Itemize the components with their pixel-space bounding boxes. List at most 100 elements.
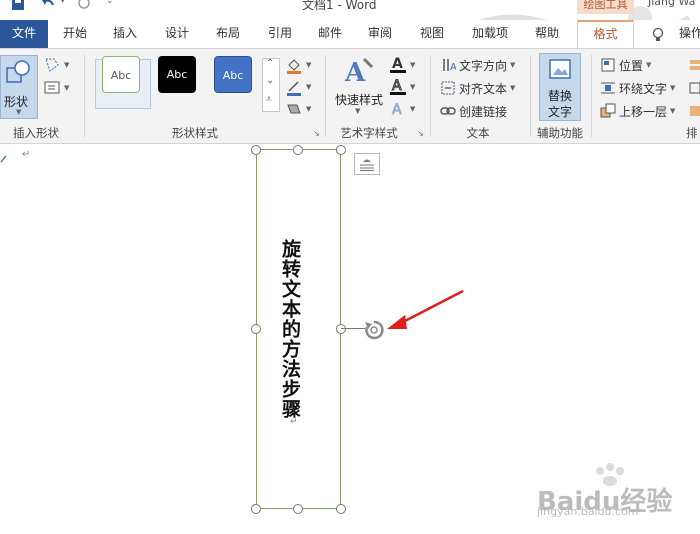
group-label-accessibility: 辅助功能: [537, 126, 583, 140]
position-icon: [601, 58, 615, 72]
wrap-text-dropdown-icon: ▼: [670, 84, 676, 92]
shape-outline-dropdown-icon[interactable]: ▼: [306, 83, 311, 91]
align-text-button[interactable]: 对齐文本 ▼: [440, 78, 515, 98]
position-label: 位置: [619, 58, 644, 73]
shapes-button[interactable]: 形状 ▼: [0, 55, 38, 119]
group-divider: [591, 55, 592, 137]
group-label-wordart: 艺术字样式: [340, 126, 398, 140]
shape-effects-icon[interactable]: [285, 101, 303, 117]
group-divider: [325, 55, 326, 137]
tab-mailings[interactable]: 邮件: [311, 20, 349, 48]
tab-references[interactable]: 引用: [261, 20, 299, 48]
tab-format[interactable]: 格式: [577, 20, 634, 48]
align-text-icon: [441, 81, 455, 95]
rotate-handle-icon[interactable]: [363, 319, 385, 341]
resize-handle-top-right[interactable]: [336, 145, 346, 155]
resize-handle-bottom[interactable]: [293, 504, 303, 514]
tab-review[interactable]: 审阅: [361, 20, 399, 48]
text-outline-dropdown-icon[interactable]: ▼: [410, 83, 415, 91]
resize-handle-right[interactable]: [336, 324, 346, 334]
alt-text-icon: [549, 59, 571, 79]
drawing-tools-label: 绘图工具: [577, 0, 634, 14]
text-fill-dropdown-icon[interactable]: ▼: [410, 61, 415, 69]
svg-text:A: A: [450, 62, 456, 73]
tab-file[interactable]: 文件: [0, 20, 48, 48]
bring-forward-button[interactable]: 上移一层 ▼: [600, 101, 675, 121]
resize-handle-top[interactable]: [293, 145, 303, 155]
tab-home[interactable]: 开始: [56, 20, 94, 48]
tab-help[interactable]: 帮助: [528, 20, 566, 48]
text-direction-dropdown-icon: ▼: [510, 61, 516, 69]
group-objects-icon[interactable]: [688, 80, 700, 96]
group-divider: [84, 55, 85, 137]
quick-styles-icon[interactable]: A: [342, 55, 376, 87]
customize-qat-icon[interactable]: ⌄: [106, 0, 122, 12]
ribbon-tabs: 文件 开始 插入 设计 布局 引用 邮件 审阅 视图 加载项 帮助 格式 操作: [0, 20, 700, 48]
text-effects-icon[interactable]: A: [388, 100, 408, 119]
create-link-button[interactable]: 创建链接: [440, 101, 507, 121]
group-label-insert-shapes: 插入形状: [13, 126, 59, 140]
resize-handle-top-left[interactable]: [251, 145, 261, 155]
align-text-dropdown-icon: ▼: [510, 84, 516, 92]
window-title: 文档1 - Word: [302, 0, 377, 12]
tab-insert[interactable]: 插入: [106, 20, 144, 48]
document-area[interactable]: ↵ 旋转文本的方法步骤 ↵ Baidu经验 jingyan.baidu.com: [0, 145, 700, 534]
quick-styles-dropdown-icon[interactable]: ▼: [355, 107, 360, 115]
alt-text-button[interactable]: 替换 文字: [539, 53, 581, 121]
tab-design[interactable]: 设计: [158, 20, 196, 48]
text-box-paragraph-mark: ↵: [290, 417, 298, 427]
rotate-objects-icon[interactable]: [688, 103, 700, 119]
resize-handle-bottom-left[interactable]: [251, 504, 261, 514]
shape-style-swatch-3[interactable]: Abc: [214, 56, 252, 93]
text-effects-dropdown-icon[interactable]: ▼: [410, 105, 415, 113]
resize-handle-left[interactable]: [251, 324, 261, 334]
wrap-text-button[interactable]: 环绕文字 ▼: [600, 78, 675, 98]
shape-style-swatch-2[interactable]: Abc: [158, 56, 196, 93]
wrap-text-icon: [601, 82, 615, 94]
text-box-dropdown-icon[interactable]: ▼: [64, 84, 69, 92]
text-outline-icon[interactable]: A: [388, 78, 408, 96]
position-button[interactable]: 位置 ▼: [600, 55, 651, 75]
shapes-dropdown-icon: ▼: [16, 108, 22, 116]
shape-styles-launcher-icon[interactable]: ↘: [313, 129, 320, 138]
text-fill-icon[interactable]: A: [388, 56, 408, 74]
save-icon[interactable]: [10, 0, 26, 16]
position-dropdown-icon: ▼: [646, 61, 652, 69]
tab-layout[interactable]: 布局: [209, 20, 247, 48]
gallery-down-icon[interactable]: ⌄: [266, 75, 274, 86]
shape-fill-dropdown-icon[interactable]: ▼: [306, 61, 311, 69]
resize-handle-bottom-right[interactable]: [336, 504, 346, 514]
user-name[interactable]: Jiang Wa: [648, 0, 695, 8]
watermark-url: jingyan.baidu.com: [537, 505, 639, 518]
tab-tell-me[interactable]: 操作: [676, 20, 700, 48]
text-direction-button[interactable]: A 文字方向 ▼: [440, 55, 515, 75]
layout-options-button[interactable]: [354, 153, 380, 175]
shape-outline-icon[interactable]: [285, 79, 303, 97]
tab-view[interactable]: 视图: [413, 20, 451, 48]
shape-style-swatch-1[interactable]: Abc: [102, 56, 140, 93]
gallery-up-icon[interactable]: ⌃: [266, 58, 274, 69]
gallery-scroll[interactable]: ⌃ ⌄ ⩡: [262, 58, 280, 112]
edit-shape-icon[interactable]: [44, 57, 62, 73]
text-box-content[interactable]: 旋转文本的方法步骤: [277, 239, 304, 419]
text-box-icon[interactable]: [44, 81, 62, 95]
quick-styles-label[interactable]: 快速样式: [335, 91, 383, 108]
group-label-arrange: 排: [686, 126, 698, 140]
bring-forward-label: 上移一层: [619, 104, 668, 119]
paragraph-mark: ↵: [22, 149, 31, 160]
svg-text:A: A: [344, 58, 366, 87]
wordart-launcher-icon[interactable]: ↘: [417, 129, 424, 138]
undo-dropdown-icon[interactable]: ▼: [60, 0, 76, 12]
title-bar: ▼ ⌄ 文档1 - Word 绘图工具 Jiang Wa: [0, 0, 700, 46]
redo-icon[interactable]: [76, 0, 92, 16]
shape-fill-icon[interactable]: [285, 57, 303, 75]
shapes-icon: [6, 60, 30, 83]
gallery-more-icon[interactable]: ⩡: [266, 94, 272, 105]
shape-effects-dropdown-icon[interactable]: ▼: [306, 105, 311, 113]
align-objects-icon[interactable]: [688, 57, 700, 73]
tab-addins[interactable]: 加载项: [466, 20, 514, 48]
lightbulb-icon[interactable]: [651, 27, 665, 43]
ribbon: 形状 ▼ ▼ ▼ 插入形状 Abc Abc Abc ⌃ ⌄ ⩡ ▼ ▼ ▼ 形状…: [0, 48, 700, 144]
undo-icon[interactable]: [40, 0, 56, 16]
edit-shape-dropdown-icon[interactable]: ▼: [64, 61, 69, 69]
